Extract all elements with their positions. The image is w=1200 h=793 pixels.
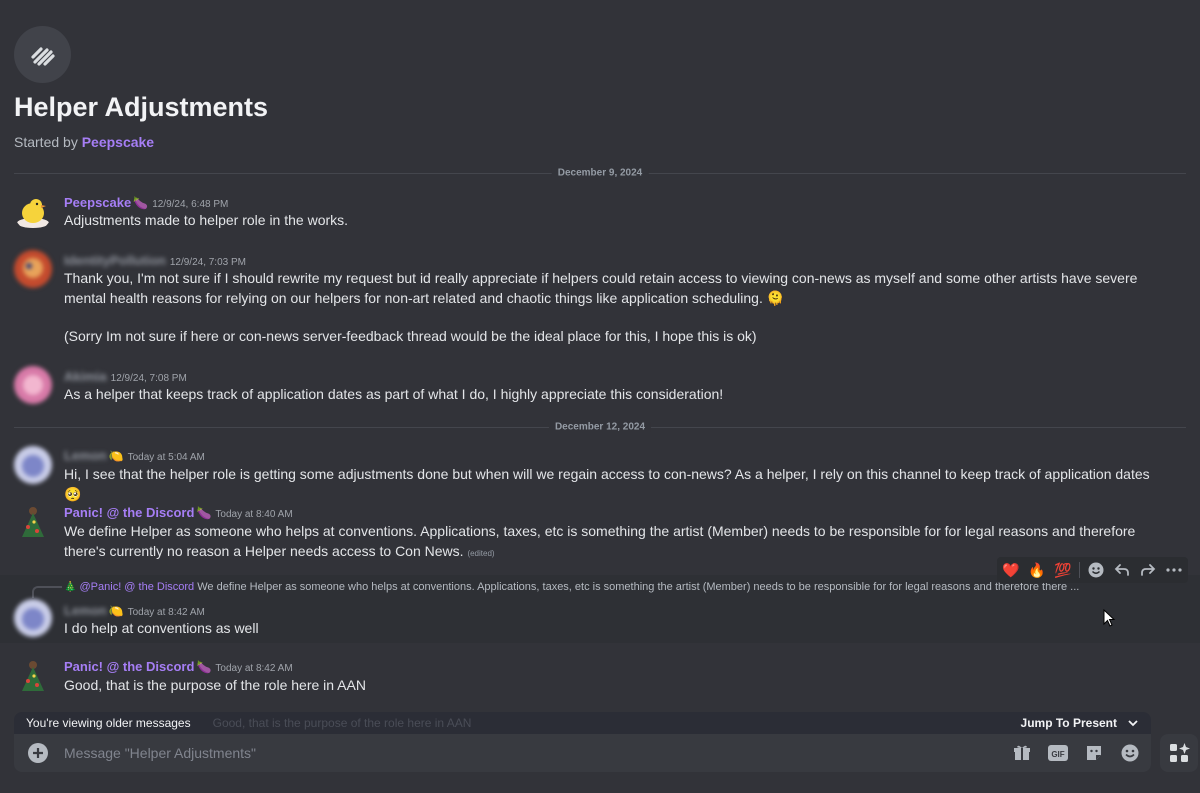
more-options-icon[interactable] bbox=[1164, 560, 1184, 580]
avatar[interactable] bbox=[14, 366, 52, 404]
reply-icon[interactable] bbox=[1112, 560, 1132, 580]
forward-icon[interactable] bbox=[1138, 560, 1158, 580]
username[interactable]: Panic! @ the Discord bbox=[64, 659, 194, 674]
jump-to-present-button[interactable]: Jump To Present bbox=[1021, 716, 1139, 730]
chevron-down-icon bbox=[1128, 720, 1138, 727]
thread-lines-icon bbox=[30, 46, 55, 66]
gif-icon-label: GIF bbox=[1051, 750, 1064, 759]
message-content: I do help at conventions as well bbox=[64, 620, 259, 636]
message-content: We define Helper as someone who helps at… bbox=[64, 523, 1136, 559]
role-badge-icon: 🍋 bbox=[108, 449, 124, 463]
message-content-line-2: (Sorry Im not sure if here or con-news s… bbox=[64, 328, 757, 344]
username[interactable]: Lemon bbox=[64, 448, 107, 463]
quick-reaction-fire[interactable]: 🔥 bbox=[1027, 560, 1047, 580]
avatar[interactable] bbox=[14, 193, 52, 231]
edited-label: (edited) bbox=[467, 549, 495, 558]
avatar[interactable] bbox=[14, 503, 52, 541]
avatar[interactable] bbox=[14, 657, 52, 695]
reply-author[interactable]: @Panic! @ the Discord bbox=[80, 581, 195, 593]
timestamp: Today at 8:40 AM bbox=[215, 509, 293, 520]
date-divider: December 9, 2024 bbox=[14, 167, 1186, 179]
message-content: As a helper that keeps track of applicat… bbox=[64, 386, 724, 402]
started-by-author[interactable]: Peepscake bbox=[82, 134, 154, 150]
username[interactable]: Panic! @ the Discord bbox=[64, 505, 194, 520]
composer-tools: GIF bbox=[1011, 742, 1141, 764]
thread-icon bbox=[14, 26, 71, 83]
message-content: Hi, I see that the helper role is gettin… bbox=[64, 466, 1150, 502]
reply-preview[interactable]: 🎄 @Panic! @ the Discord We define Helper… bbox=[64, 581, 1154, 593]
older-messages-bar: You're viewing older messages Good, that … bbox=[14, 712, 1151, 734]
avatar[interactable] bbox=[14, 599, 52, 637]
timestamp: Today at 5:04 AM bbox=[127, 452, 205, 463]
message-input[interactable]: Message "Helper Adjustments" bbox=[64, 745, 256, 761]
emoji-icon[interactable] bbox=[1119, 742, 1141, 764]
apps-button[interactable] bbox=[1160, 734, 1198, 772]
message-composer: Message "Helper Adjustments" GIF bbox=[14, 734, 1151, 772]
timestamp: Today at 8:42 AM bbox=[215, 663, 293, 674]
avatar[interactable] bbox=[14, 446, 52, 484]
username[interactable]: Lemon bbox=[64, 603, 107, 618]
attach-plus-icon[interactable] bbox=[28, 743, 48, 763]
role-badge-icon: 🍋 bbox=[108, 604, 124, 618]
quick-reaction-heart[interactable]: ❤️ bbox=[1001, 560, 1021, 580]
thread-title: Helper Adjustments bbox=[14, 92, 269, 122]
timestamp: 12/9/24, 7:08 PM bbox=[110, 373, 187, 384]
gif-icon[interactable]: GIF bbox=[1047, 742, 1069, 764]
message-content: Adjustments made to helper role in the w… bbox=[64, 212, 349, 228]
username[interactable]: IdentityPollution bbox=[64, 253, 166, 268]
reply-avatar-icon: 🎄 bbox=[64, 582, 77, 593]
started-by: Started by Peepscake bbox=[14, 134, 155, 150]
message-actions-bar: ❤️ 🔥 💯 bbox=[997, 557, 1188, 583]
username[interactable]: Akimia bbox=[64, 369, 107, 384]
older-messages-label: You're viewing older messages Good, that … bbox=[26, 716, 472, 730]
message-content: Good, that is the purpose of the role he… bbox=[64, 677, 366, 693]
actions-separator bbox=[1079, 562, 1080, 578]
gift-icon[interactable] bbox=[1011, 742, 1033, 764]
reply-spine bbox=[32, 586, 62, 598]
apps-icon bbox=[1170, 743, 1190, 762]
avatar[interactable] bbox=[14, 250, 52, 288]
sticker-icon[interactable] bbox=[1083, 742, 1105, 764]
role-badge-icon: 🍆 bbox=[196, 506, 212, 520]
mouse-cursor-icon bbox=[1103, 608, 1117, 634]
username[interactable]: Peepscake bbox=[64, 195, 131, 210]
role-badge-icon: 🍆 bbox=[196, 660, 212, 674]
timestamp: 12/9/24, 7:03 PM bbox=[169, 257, 246, 268]
quick-reaction-100[interactable]: 💯 bbox=[1053, 560, 1073, 580]
message-content: Thank you, I'm not sure if I should rewr… bbox=[64, 270, 1138, 306]
ghost-message-text: Good, that is the purpose of the role he… bbox=[212, 716, 472, 730]
add-reaction-icon[interactable] bbox=[1086, 560, 1106, 580]
timestamp: 12/9/24, 6:48 PM bbox=[152, 199, 229, 210]
timestamp: Today at 8:42 AM bbox=[127, 607, 205, 618]
date-divider: December 12, 2024 bbox=[14, 421, 1186, 433]
role-badge-icon: 🍆 bbox=[133, 196, 149, 210]
